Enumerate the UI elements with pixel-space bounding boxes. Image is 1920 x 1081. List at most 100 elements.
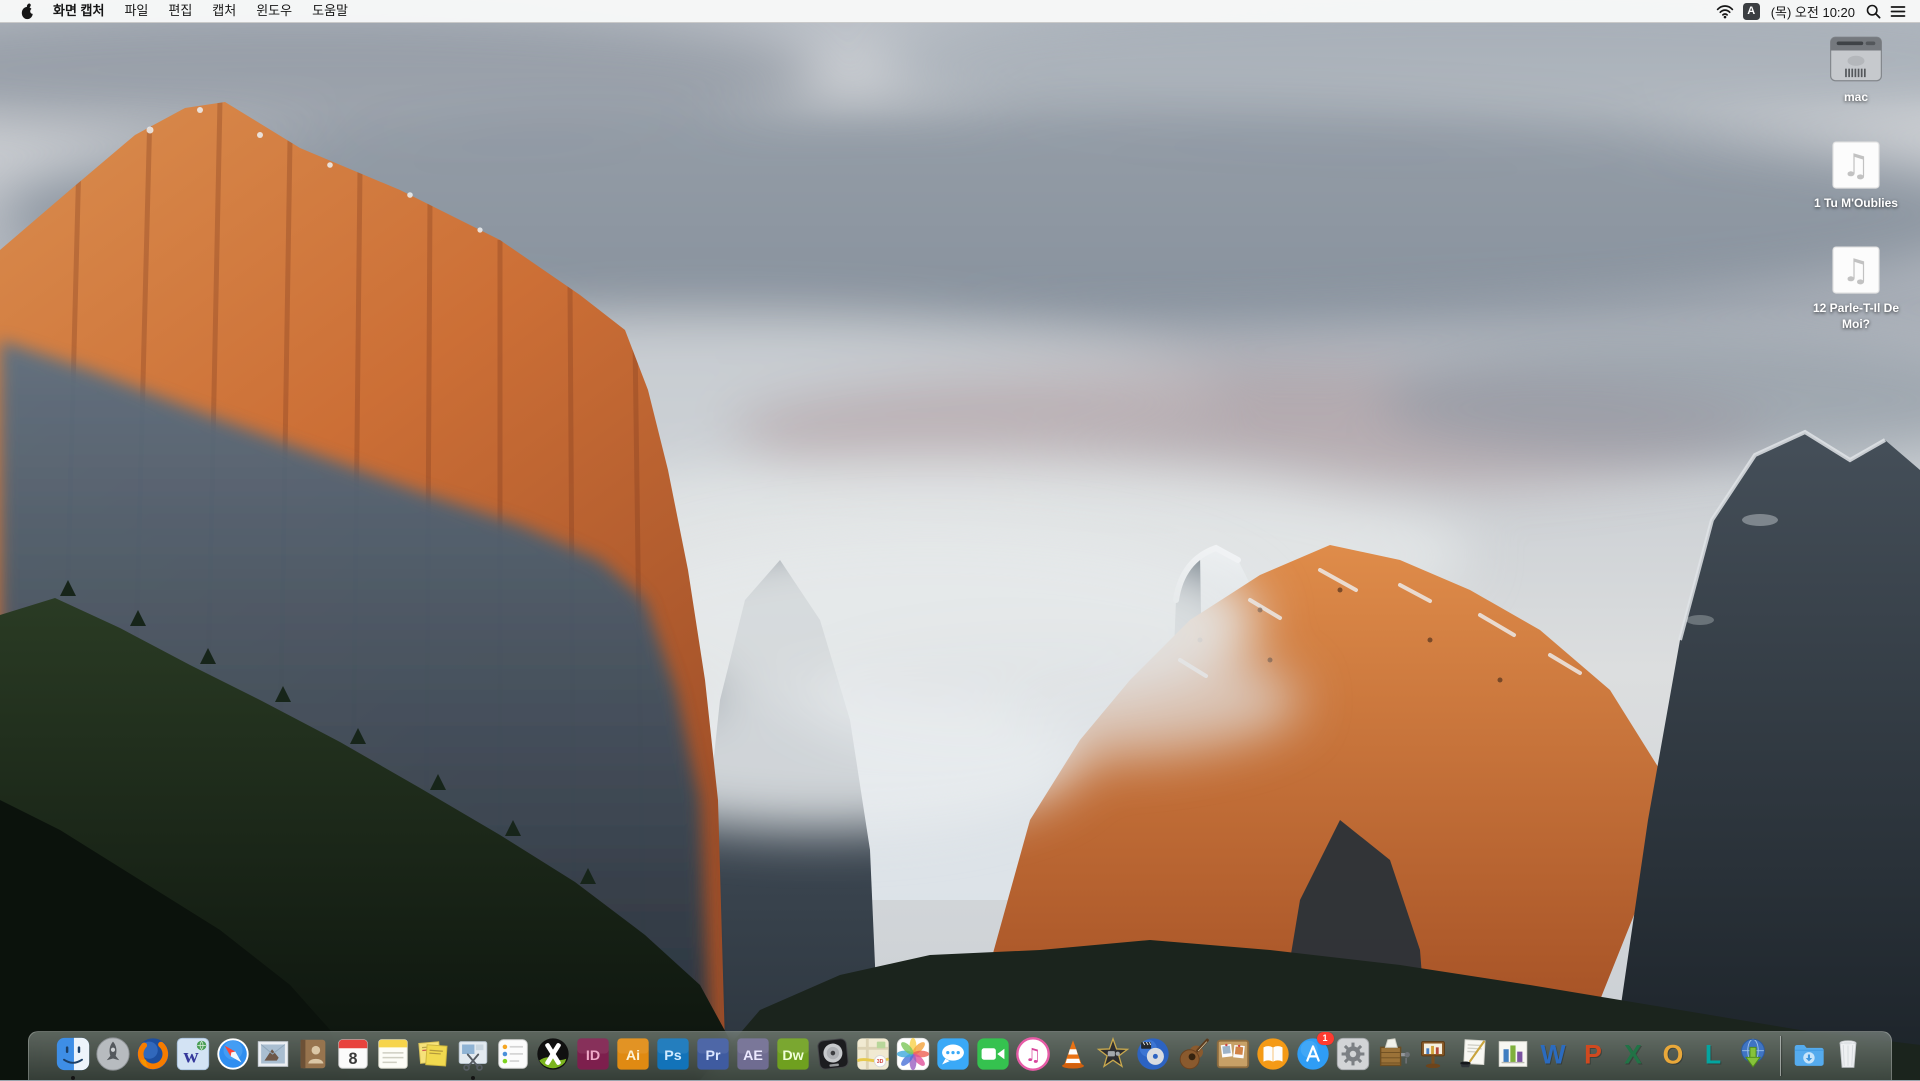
dock-item-dvd-video-app[interactable] bbox=[1134, 1032, 1172, 1081]
dock-item-firefox[interactable] bbox=[134, 1032, 172, 1081]
svg-text:P: P bbox=[1584, 1039, 1602, 1069]
dock-item-quarkxpress[interactable] bbox=[534, 1032, 572, 1081]
svg-text:Dw: Dw bbox=[782, 1048, 804, 1064]
dock-item-launchpad[interactable] bbox=[94, 1032, 132, 1081]
desktop-icon-audio-file-2[interactable]: ♫ 12 Parle-T-Il De Moi? bbox=[1798, 241, 1914, 332]
contacts-icon bbox=[294, 1035, 332, 1073]
dock-item-maps[interactable]: 3D bbox=[854, 1032, 892, 1081]
ibooks-icon bbox=[1254, 1035, 1292, 1073]
dock-item-indesign[interactable]: ID bbox=[574, 1032, 612, 1081]
launchpad-icon bbox=[94, 1035, 132, 1073]
calendar-icon: 8 bbox=[334, 1035, 372, 1073]
desktop-icon-audio-file-1[interactable]: ♫ 1 Tu M'Oublies bbox=[1798, 136, 1914, 212]
photoshop-icon: Ps bbox=[654, 1035, 692, 1073]
photos-icon bbox=[894, 1035, 932, 1073]
itunes-icon: ♫ bbox=[1014, 1035, 1052, 1073]
svg-text:Pr: Pr bbox=[705, 1048, 721, 1064]
dock-item-collage-board-app[interactable] bbox=[1214, 1032, 1252, 1081]
menu-item-4[interactable]: 도움말 bbox=[302, 3, 358, 18]
wifi-icon[interactable] bbox=[1716, 4, 1734, 19]
spotlight-icon[interactable] bbox=[1866, 4, 1881, 19]
premiere-icon: Pr bbox=[694, 1035, 732, 1073]
app-store-badge: 1 bbox=[1316, 1031, 1334, 1045]
dock-item-word[interactable]: WW bbox=[1534, 1032, 1572, 1081]
dock-item-contacts[interactable] bbox=[294, 1032, 332, 1081]
mail-icon bbox=[254, 1035, 292, 1073]
dock-item-grab-screen-capture[interactable] bbox=[454, 1032, 492, 1081]
svg-text:♫: ♫ bbox=[1024, 1045, 1040, 1066]
dock-item-after-effects[interactable]: AE bbox=[734, 1032, 772, 1081]
menu-clock[interactable]: (목) 오전 10:20 bbox=[1769, 2, 1857, 21]
dock-item-stickies[interactable] bbox=[414, 1032, 452, 1081]
dock-item-pages[interactable] bbox=[1454, 1032, 1492, 1081]
dock-item-vlc[interactable] bbox=[1054, 1032, 1092, 1081]
dock-item-garageband[interactable] bbox=[1174, 1032, 1212, 1081]
dock-item-photoshop[interactable]: Ps bbox=[654, 1032, 692, 1081]
notes-icon bbox=[374, 1035, 412, 1073]
dock-item-messages[interactable] bbox=[934, 1032, 972, 1081]
menu-item-0[interactable]: 파일 bbox=[114, 3, 158, 18]
dock-item-w-globe-app[interactable]: w bbox=[174, 1032, 212, 1081]
dock-item-safari[interactable] bbox=[214, 1032, 252, 1081]
dock-item-powerpoint[interactable]: PP bbox=[1574, 1032, 1612, 1081]
dreamweaver-icon: Dw bbox=[774, 1035, 812, 1073]
input-source-icon[interactable]: A bbox=[1742, 2, 1760, 20]
keynote-icon bbox=[1414, 1035, 1452, 1073]
desktop-icon-macintosh-hd[interactable]: mac bbox=[1798, 30, 1914, 106]
dock-item-logic-audio-app[interactable] bbox=[814, 1032, 852, 1081]
running-indicator bbox=[70, 1075, 75, 1080]
dock-item-numbers[interactable] bbox=[1494, 1032, 1532, 1081]
desktop-icon-column: mac ♫ 1 Tu M'Oublies ♫ 12 Parle-T-Il De Moi? bbox=[1798, 30, 1914, 362]
dock-item-notes[interactable] bbox=[374, 1032, 412, 1081]
menu-app-name[interactable]: 화면 캡처 bbox=[43, 3, 114, 18]
dock-item-download-manager[interactable] bbox=[1734, 1032, 1772, 1081]
audio-file-1-icon: ♫ bbox=[1827, 136, 1885, 194]
menu-item-3[interactable]: 윈도우 bbox=[246, 3, 302, 18]
wallpaper-el-capitan bbox=[0, 0, 1920, 1080]
illustrator-icon: Ai bbox=[614, 1035, 652, 1073]
dock-item-facetime[interactable] bbox=[974, 1032, 1012, 1081]
dock-item-itunes[interactable]: ♫ bbox=[1014, 1032, 1052, 1081]
dock-item-premiere[interactable]: Pr bbox=[694, 1032, 732, 1081]
grab-screen-capture-icon bbox=[454, 1035, 492, 1073]
collage-board-app-icon bbox=[1214, 1035, 1252, 1073]
dock-item-system-preferences[interactable] bbox=[1334, 1032, 1372, 1081]
quarkxpress-icon bbox=[534, 1035, 572, 1073]
desktop-icon-label: 12 Parle-T-Il De Moi? bbox=[1812, 301, 1900, 331]
finder-icon bbox=[54, 1035, 92, 1073]
dock-item-downloads-folder[interactable] bbox=[1789, 1032, 1827, 1081]
desktop-background[interactable] bbox=[0, 0, 1920, 1080]
download-manager-icon bbox=[1734, 1035, 1772, 1073]
dock-item-imovie[interactable] bbox=[1094, 1032, 1132, 1081]
dock-item-lync[interactable]: LL bbox=[1694, 1032, 1732, 1081]
menu-item-1[interactable]: 편집 bbox=[158, 3, 202, 18]
svg-text:X: X bbox=[1624, 1039, 1642, 1069]
svg-text:3D: 3D bbox=[876, 1059, 883, 1065]
dock-item-dreamweaver[interactable]: Dw bbox=[774, 1032, 812, 1081]
dock-item-calendar[interactable]: 8 bbox=[334, 1032, 372, 1081]
dock-item-app-store[interactable]: 1 bbox=[1294, 1031, 1334, 1081]
dock-item-excel[interactable]: XX bbox=[1614, 1032, 1652, 1081]
dock-item-outlook[interactable]: OO bbox=[1654, 1032, 1692, 1081]
dock-item-reminders[interactable] bbox=[494, 1032, 532, 1081]
excel-icon: XX bbox=[1614, 1035, 1652, 1073]
dock-item-ibooks[interactable] bbox=[1254, 1032, 1292, 1081]
status-area: A (목) 오전 10:20 bbox=[1716, 2, 1910, 21]
svg-text:L: L bbox=[1704, 1039, 1720, 1069]
apple-menu[interactable] bbox=[10, 3, 43, 20]
dock-item-trash[interactable] bbox=[1829, 1032, 1867, 1081]
dock-item-keynote[interactable] bbox=[1414, 1032, 1452, 1081]
svg-text:Ps: Ps bbox=[664, 1048, 682, 1064]
audio-file-2-icon: ♫ bbox=[1827, 241, 1885, 299]
notification-center-icon[interactable] bbox=[1890, 5, 1906, 18]
menu-item-2[interactable]: 캡처 bbox=[202, 3, 246, 18]
svg-text:ID: ID bbox=[585, 1048, 599, 1064]
dock-item-illustrator[interactable]: Ai bbox=[614, 1032, 652, 1081]
svg-text:♫: ♫ bbox=[1842, 253, 1870, 289]
dock-item-finder[interactable] bbox=[54, 1032, 92, 1081]
dock-item-stuffit-expander[interactable] bbox=[1374, 1032, 1412, 1081]
dock-item-mail[interactable] bbox=[254, 1032, 292, 1081]
powerpoint-icon: PP bbox=[1574, 1035, 1612, 1073]
dock-item-photos[interactable] bbox=[894, 1032, 932, 1081]
trash-icon bbox=[1829, 1035, 1867, 1073]
